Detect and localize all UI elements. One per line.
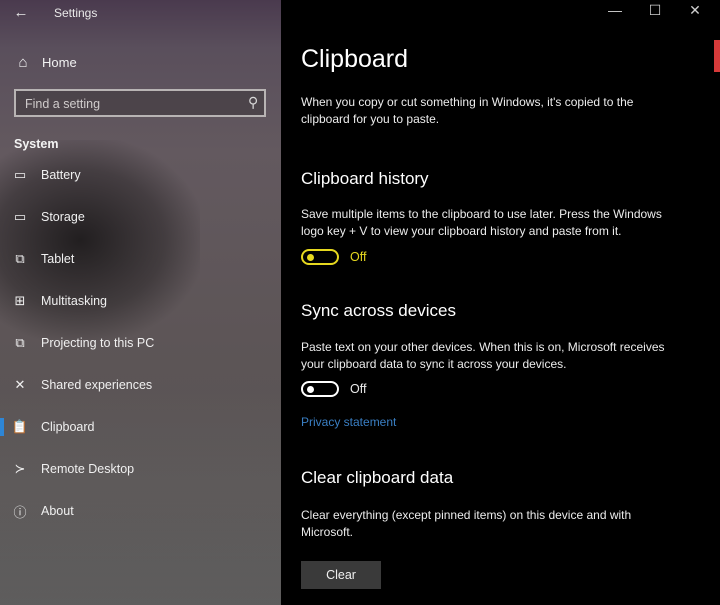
home-icon: ⌂	[18, 53, 28, 71]
battery-icon: ▭	[13, 167, 27, 182]
sidebar-item-about[interactable]: ⓘ About	[0, 496, 281, 526]
sidebar-item-storage[interactable]: ▭ Storage	[0, 202, 281, 232]
close-icon[interactable]: ✕	[685, 2, 705, 19]
page-title: Clipboard	[301, 45, 409, 73]
clipboard-history-description: Save multiple items to the clipboard to …	[301, 207, 662, 238]
clear-button[interactable]: Clear	[301, 561, 381, 589]
sidebar-item-battery[interactable]: ▭ Battery	[0, 160, 281, 190]
remote-desktop-icon: ≻	[14, 461, 26, 476]
settings-sidebar: ← Settings ⌂ Home Find a setting ⚲ Syste…	[0, 0, 281, 605]
sidebar-item-label: Projecting to this PC	[41, 336, 155, 350]
clipboard-history-heading: Clipboard history	[301, 169, 429, 188]
home-nav-item[interactable]: ⌂ Home	[14, 52, 77, 72]
clear-clipboard-description: Clear everything (except pinned items) o…	[301, 508, 632, 539]
sidebar-item-label: Shared experiences	[41, 378, 153, 392]
sidebar-item-multitasking[interactable]: ⊞ Multitasking	[0, 286, 281, 316]
clipboard-history-toggle-state: Off	[350, 250, 367, 264]
sidebar-item-label: Battery	[41, 168, 81, 182]
search-input[interactable]: Find a setting ⚲	[14, 89, 266, 117]
app-title: Settings	[54, 6, 98, 20]
about-icon: ⓘ	[13, 504, 27, 520]
shared-experiences-icon: ✕	[14, 377, 26, 392]
clipboard-intro-text: When you copy or cut something in Window…	[301, 95, 634, 126]
sync-toggle[interactable]	[301, 381, 339, 397]
projecting-icon: ⧉	[15, 335, 25, 350]
home-label: Home	[42, 54, 77, 70]
privacy-statement-link[interactable]: Privacy statement	[301, 415, 396, 429]
minimize-icon[interactable]: —	[605, 2, 625, 18]
clipboard-history-toggle[interactable]	[301, 249, 339, 265]
sync-description: Paste text on your other devices. When t…	[301, 340, 665, 371]
tablet-icon: ⧉	[15, 251, 25, 266]
sync-toggle-state: Off	[350, 382, 367, 396]
sidebar-item-label: Tablet	[41, 252, 75, 266]
clear-clipboard-heading: Clear clipboard data	[301, 468, 454, 487]
sidebar-item-projecting-to-this-pc[interactable]: ⧉ Projecting to this PC	[0, 328, 281, 358]
sidebar-item-label: Clipboard	[41, 420, 95, 434]
sidebar-item-clipboard[interactable]: 📋 Clipboard	[0, 412, 281, 442]
selected-indicator	[0, 418, 4, 436]
sync-across-devices-heading: Sync across devices	[301, 301, 456, 320]
back-arrow-icon[interactable]: ←	[10, 3, 32, 23]
sidebar-item-label: Storage	[41, 210, 85, 224]
storage-icon: ▭	[13, 209, 27, 224]
multitasking-icon: ⊞	[14, 293, 26, 308]
sidebar-item-tablet[interactable]: ⧉ Tablet	[0, 244, 281, 274]
toggle-knob	[307, 254, 314, 261]
sidebar-item-label: Multitasking	[41, 294, 107, 308]
section-title: System	[14, 137, 59, 151]
maximize-icon[interactable]: ☐	[645, 2, 665, 19]
toggle-knob	[307, 386, 314, 393]
sidebar-item-label: About	[41, 504, 74, 518]
background-window-edge	[714, 40, 720, 72]
title-bar: ← Settings	[0, 0, 281, 26]
clipboard-icon: 📋	[11, 419, 29, 434]
sidebar-item-shared-experiences[interactable]: ✕ Shared experiences	[0, 370, 281, 400]
sidebar-item-remote-desktop[interactable]: ≻ Remote Desktop	[0, 454, 281, 484]
sidebar-item-label: Remote Desktop	[41, 462, 135, 476]
search-placeholder: Find a setting	[25, 97, 101, 111]
search-icon[interactable]: ⚲	[248, 94, 258, 111]
